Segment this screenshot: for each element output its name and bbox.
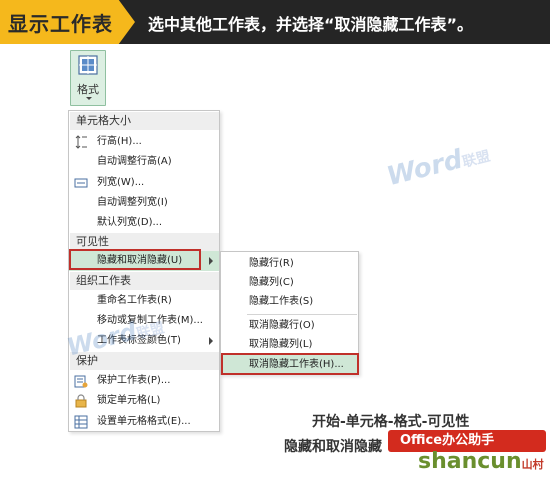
menu-item-format-cells[interactable]: 设置单元格格式(E)...: [69, 412, 219, 432]
banner-tag: 显示工作表: [0, 0, 135, 44]
format-button[interactable]: 格式: [70, 50, 106, 106]
menu-item-label: 默认列宽(D)...: [97, 217, 163, 228]
submenu-divider: [247, 314, 357, 315]
lock-icon: [75, 394, 87, 408]
site-logo: Office办公助手 shancun山村: [388, 430, 546, 474]
menu-item-label: 列宽(W)...: [97, 177, 145, 188]
format-cells-icon: [74, 415, 88, 429]
chevron-right-icon: [209, 337, 213, 345]
section-cell-size: 单元格大小: [70, 112, 219, 130]
menu-item-label: 保护工作表(P)...: [97, 375, 171, 386]
banner-instruction: 选中其他工作表，并选择“取消隐藏工作表”。: [148, 15, 474, 34]
menu-item-autofit-row-height[interactable]: 自动调整行高(A): [69, 152, 219, 172]
logo-shancun-small: 山村: [521, 458, 544, 471]
instruction-banner: 显示工作表 选中其他工作表，并选择“取消隐藏工作表”。: [0, 0, 550, 44]
format-cells-icon: [78, 55, 98, 75]
menu-item-row-height[interactable]: 行高(H)...: [69, 132, 219, 152]
banner-tag-text: 显示工作表: [8, 12, 113, 36]
menu-item-label: 锁定单元格(L): [97, 395, 161, 406]
logo-shancun: shancun山村: [418, 450, 544, 477]
submenu-item-unhide-columns[interactable]: 取消隐藏列(L): [221, 335, 358, 354]
submenu-item-hide-sheet[interactable]: 隐藏工作表(S): [221, 292, 358, 311]
watermark-word: Word: [383, 144, 466, 193]
submenu-item-hide-rows[interactable]: 隐藏行(R): [221, 254, 358, 273]
menu-item-autofit-column-width[interactable]: 自动调整列宽(I): [69, 193, 219, 213]
row-height-icon: [75, 135, 87, 149]
menu-item-rename-sheet[interactable]: 重命名工作表(R): [69, 291, 219, 311]
chevron-right-icon: [209, 257, 213, 265]
column-width-icon: [74, 178, 88, 188]
submenu-item-hide-columns[interactable]: 隐藏列(C): [221, 273, 358, 292]
format-dropdown-menu: 单元格大小 行高(H)... 自动调整行高(A) 列宽(W)... 自动调整列宽…: [68, 110, 220, 432]
logo-shancun-text: shancun: [418, 449, 522, 474]
watermark-logo: Word联盟: [383, 138, 493, 193]
menu-item-label: 重命名工作表(R): [97, 295, 172, 306]
chevron-down-icon: [86, 97, 92, 100]
menu-item-lock-cell[interactable]: 锁定单元格(L): [69, 391, 219, 411]
menu-item-label: 自动调整行高(A): [97, 156, 172, 167]
menu-item-default-width[interactable]: 默认列宽(D)...: [69, 213, 219, 233]
section-organize-sheets: 组织工作表: [70, 272, 219, 290]
menu-item-label: 行高(H)...: [97, 136, 142, 147]
highlight-unhide-sheet: [221, 353, 359, 375]
caption-menu: 隐藏和取消隐藏: [284, 439, 382, 455]
protect-sheet-icon: [74, 375, 88, 388]
menu-item-column-width[interactable]: 列宽(W)...: [69, 173, 219, 193]
caption-path: 开始-单元格-格式-可见性: [312, 414, 470, 430]
menu-item-label: 设置单元格格式(E)...: [97, 416, 191, 427]
format-button-label: 格式: [77, 83, 99, 96]
menu-item-label: 自动调整列宽(I): [97, 197, 168, 208]
menu-item-protect-sheet[interactable]: 保护工作表(P)...: [69, 371, 219, 391]
submenu-item-unhide-rows[interactable]: 取消隐藏行(O): [221, 316, 358, 335]
watermark-cn: 联盟: [460, 148, 492, 171]
highlight-hide-unhide: [69, 249, 201, 270]
